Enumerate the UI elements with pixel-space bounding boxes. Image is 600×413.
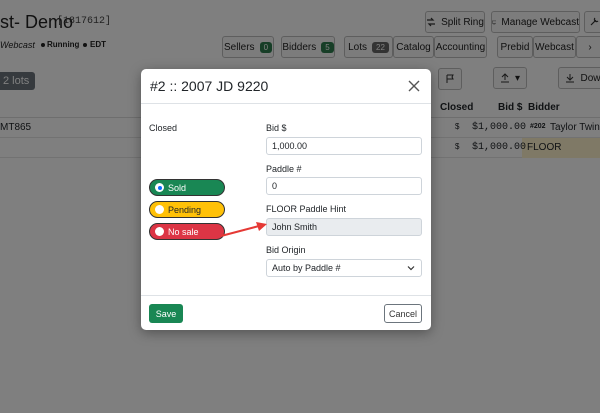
save-button[interactable]: Save <box>149 304 183 323</box>
modal-header: #2 :: 2007 JD 9220 <box>141 69 431 104</box>
modal-title: #2 :: 2007 JD 9220 <box>150 78 269 94</box>
status-pending-button[interactable]: Pending <box>149 201 225 218</box>
close-icon[interactable] <box>406 78 422 94</box>
cancel-button[interactable]: Cancel <box>384 304 422 323</box>
status-no-sale-button[interactable]: No sale <box>149 223 225 240</box>
bid-label: Bid $ <box>266 123 287 133</box>
bid-origin-select[interactable]: Auto by Paddle # <box>266 259 422 277</box>
lot-edit-modal: #2 :: 2007 JD 9220 Closed Sold Pending N… <box>141 69 431 330</box>
bid-input[interactable]: 1,000.00 <box>266 137 422 155</box>
modal-body: Closed Sold Pending No sale Bid $ 1,000.… <box>141 105 431 295</box>
status-sold-button[interactable]: Sold <box>149 179 225 196</box>
annotation-arrow-icon <box>220 222 267 237</box>
bid-origin-value: Auto by Paddle # <box>272 263 341 273</box>
paddle-input[interactable]: 0 <box>266 177 422 195</box>
radio-selected-icon <box>155 183 164 192</box>
bid-origin-label: Bid Origin <box>266 245 306 255</box>
chevron-down-icon <box>407 266 415 271</box>
paddle-label: Paddle # <box>266 164 302 174</box>
modal-footer: Save Cancel <box>141 295 431 330</box>
radio-icon <box>155 227 164 236</box>
floor-paddle-hint-label: FLOOR Paddle Hint <box>266 204 347 214</box>
floor-paddle-hint-field: John Smith <box>266 218 422 236</box>
radio-icon <box>155 205 164 214</box>
closed-label: Closed <box>149 123 178 133</box>
